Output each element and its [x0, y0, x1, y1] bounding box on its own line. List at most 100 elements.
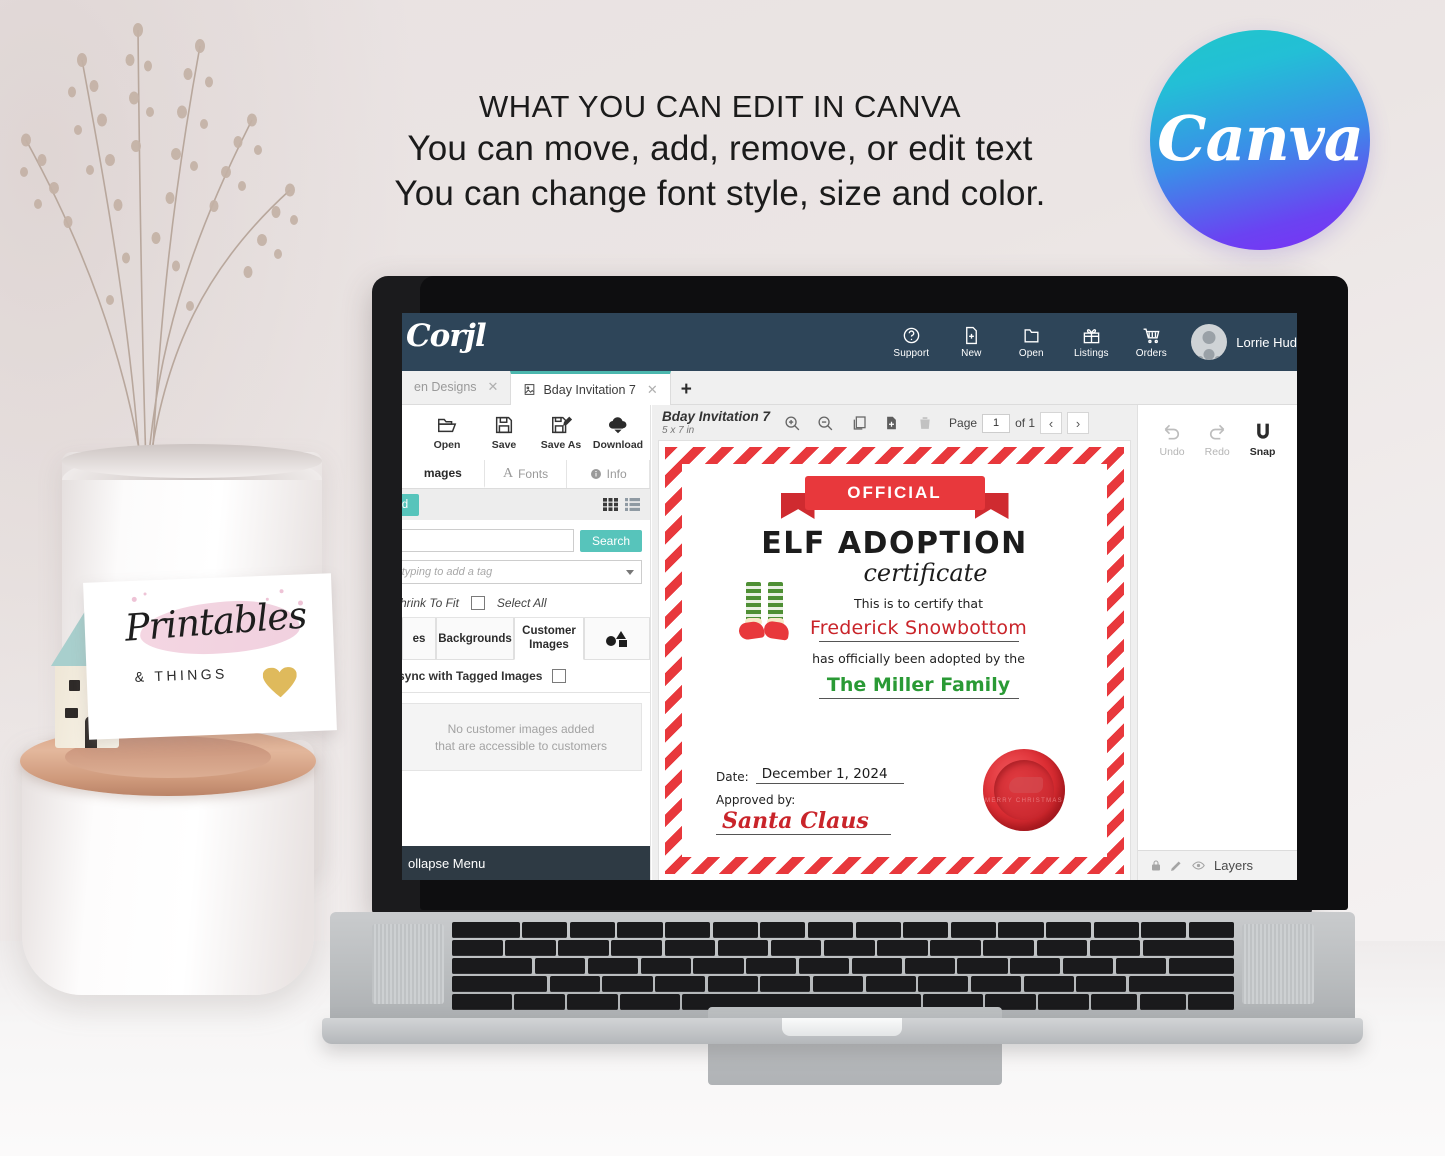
zoom-out-icon: [818, 415, 833, 430]
new-file-icon: [965, 326, 977, 344]
tag-select[interactable]: gin typing to add a tag: [402, 560, 642, 584]
left-panel-tabs: mages A Fonts Info: [402, 460, 651, 489]
download-button[interactable]: Download: [591, 414, 645, 451]
headline-line-3: You can change font style, size and colo…: [394, 173, 1046, 213]
certify-intro: This is to certify that: [853, 596, 983, 611]
nav-open-label: Open: [1018, 347, 1044, 359]
printables-and-things-card: Printables & THINGS: [83, 573, 337, 740]
category-tab-customer-images-label: Customer Images: [522, 625, 576, 651]
signature[interactable]: Santa Claus: [716, 808, 891, 835]
adopted-line: has officially been adopted by the: [812, 651, 1025, 666]
category-tab-customer-images[interactable]: Customer Images: [514, 618, 584, 660]
save-as-button[interactable]: Save As: [534, 414, 588, 451]
next-page-button[interactable]: ›: [1067, 412, 1090, 434]
download-label: Download: [592, 439, 644, 451]
upload-button[interactable]: oad: [402, 493, 420, 516]
child-name[interactable]: Frederick Snowbottom: [810, 617, 1027, 639]
save-label: Save: [491, 439, 517, 451]
search-input[interactable]: [402, 529, 574, 552]
category-tab-es[interactable]: es: [402, 618, 436, 660]
tab-info[interactable]: Info: [567, 460, 651, 488]
certificate-subtitle: certificate: [863, 559, 988, 587]
search-button[interactable]: Search: [579, 529, 642, 552]
redo-icon: [1210, 424, 1225, 440]
delete-page-button[interactable]: [908, 408, 941, 438]
undo-button[interactable]: Undo: [1160, 422, 1185, 458]
certificate-footer: Date: December 1, 2024 Approved by: Sant…: [716, 766, 1130, 835]
family-name[interactable]: The Miller Family: [827, 674, 1010, 696]
close-icon[interactable]: ✕: [488, 379, 499, 395]
folder-open-icon: [438, 418, 457, 433]
corjl-logo[interactable]: Corjl: [406, 318, 487, 354]
date-value[interactable]: December 1, 2024: [755, 766, 904, 784]
snap-button[interactable]: Snap: [1250, 422, 1275, 458]
pencil-icon[interactable]: [1170, 859, 1183, 872]
top-navigation: Support New Open Listings Orders Lorrie …: [881, 313, 1297, 371]
card-subtitle: & THINGS: [134, 665, 229, 685]
user-name[interactable]: Lorrie Hud: [1236, 335, 1297, 350]
category-tab-es-label: es: [412, 632, 426, 645]
collapse-menu-button[interactable]: ollapse Menu: [402, 846, 650, 880]
avatar[interactable]: [1191, 324, 1228, 360]
folder-icon: [1024, 328, 1039, 343]
nav-orders[interactable]: Orders: [1121, 313, 1181, 371]
category-tab-shapes[interactable]: [584, 618, 650, 660]
new-tab-button[interactable]: +: [671, 379, 704, 404]
heart-icon: [262, 667, 297, 698]
tab-bday-invitation-7-label: Bday Invitation 7: [543, 382, 636, 397]
cart-icon: [1143, 327, 1160, 343]
certificate-artboard[interactable]: OFFICIAL ELF ADOPTION certificate This i…: [659, 441, 1130, 880]
tab-fonts[interactable]: A Fonts: [485, 460, 568, 488]
close-icon[interactable]: ✕: [647, 382, 658, 398]
headline-line-1: WHAT YOU CAN EDIT IN CANVA: [478, 89, 962, 124]
card-title: Printables: [123, 593, 308, 650]
view-toggles: [603, 498, 640, 511]
nav-support[interactable]: Support: [881, 313, 941, 371]
zoom-in-button[interactable]: [776, 408, 809, 438]
floppy-disk-icon: [495, 416, 513, 434]
certificate-inner: OFFICIAL ELF ADOPTION certificate This i…: [682, 464, 1107, 857]
zoom-out-button[interactable]: [809, 408, 842, 438]
open-button[interactable]: Open: [420, 414, 474, 451]
category-tab-backgrounds[interactable]: Backgrounds: [436, 618, 514, 660]
santa-hat-icon: [1009, 777, 1043, 793]
lock-icon[interactable]: [1150, 859, 1162, 872]
eye-icon[interactable]: [1191, 859, 1206, 872]
family-rule: [818, 698, 1019, 699]
page-navigation: Page of 1 ‹ ›: [949, 412, 1090, 434]
save-button[interactable]: Save: [477, 414, 531, 451]
nav-listings[interactable]: Listings: [1061, 313, 1121, 371]
gift-icon: [1083, 328, 1100, 343]
sync-row: -sync with Tagged Images: [402, 660, 650, 693]
tag-row: gin typing to add a tag: [402, 558, 650, 590]
prev-page-button[interactable]: ‹: [1040, 412, 1063, 434]
document-title: Bday Invitation 7: [662, 409, 771, 425]
tab-images[interactable]: mages: [402, 460, 485, 488]
nav-new[interactable]: New: [941, 313, 1001, 371]
page-number-input[interactable]: [982, 413, 1011, 433]
layers-label[interactable]: Layers: [1214, 858, 1253, 873]
grid-view-icon[interactable]: [603, 498, 618, 511]
sync-label: -sync with Tagged Images: [402, 669, 543, 683]
right-panel: Undo Redo Snap Layers: [1137, 405, 1297, 880]
promo-headline: WHAT YOU CAN EDIT IN CANVA You can move,…: [300, 88, 1140, 215]
sync-checkbox[interactable]: [552, 669, 567, 683]
category-tab-backgrounds-label: Backgrounds: [438, 632, 512, 645]
upload-row: oad: [402, 489, 650, 520]
redo-label: Redo: [1204, 446, 1230, 458]
tab-bday-invitation-7[interactable]: Bday Invitation 7 ✕: [510, 371, 671, 405]
duplicate-page-button[interactable]: [842, 408, 875, 438]
list-view-icon[interactable]: [625, 498, 640, 511]
customer-images-empty-state: No customer images added that are access…: [402, 703, 642, 771]
tab-en-designs-label: en Designs: [414, 380, 477, 394]
add-page-button[interactable]: [875, 408, 908, 438]
corjl-app: Corjl Support New Open Listings Orders L…: [402, 313, 1297, 880]
vase-rim: [62, 444, 322, 478]
chevron-down-icon: [626, 569, 634, 575]
select-all-checkbox[interactable]: [470, 596, 485, 610]
shrink-to-fit-label[interactable]: Shrink To Fit: [402, 596, 459, 610]
tab-en-designs[interactable]: en Designs ✕: [402, 370, 510, 404]
layers-bar: Layers: [1138, 850, 1297, 880]
redo-button[interactable]: Redo: [1205, 422, 1230, 458]
nav-open[interactable]: Open: [1001, 313, 1061, 371]
